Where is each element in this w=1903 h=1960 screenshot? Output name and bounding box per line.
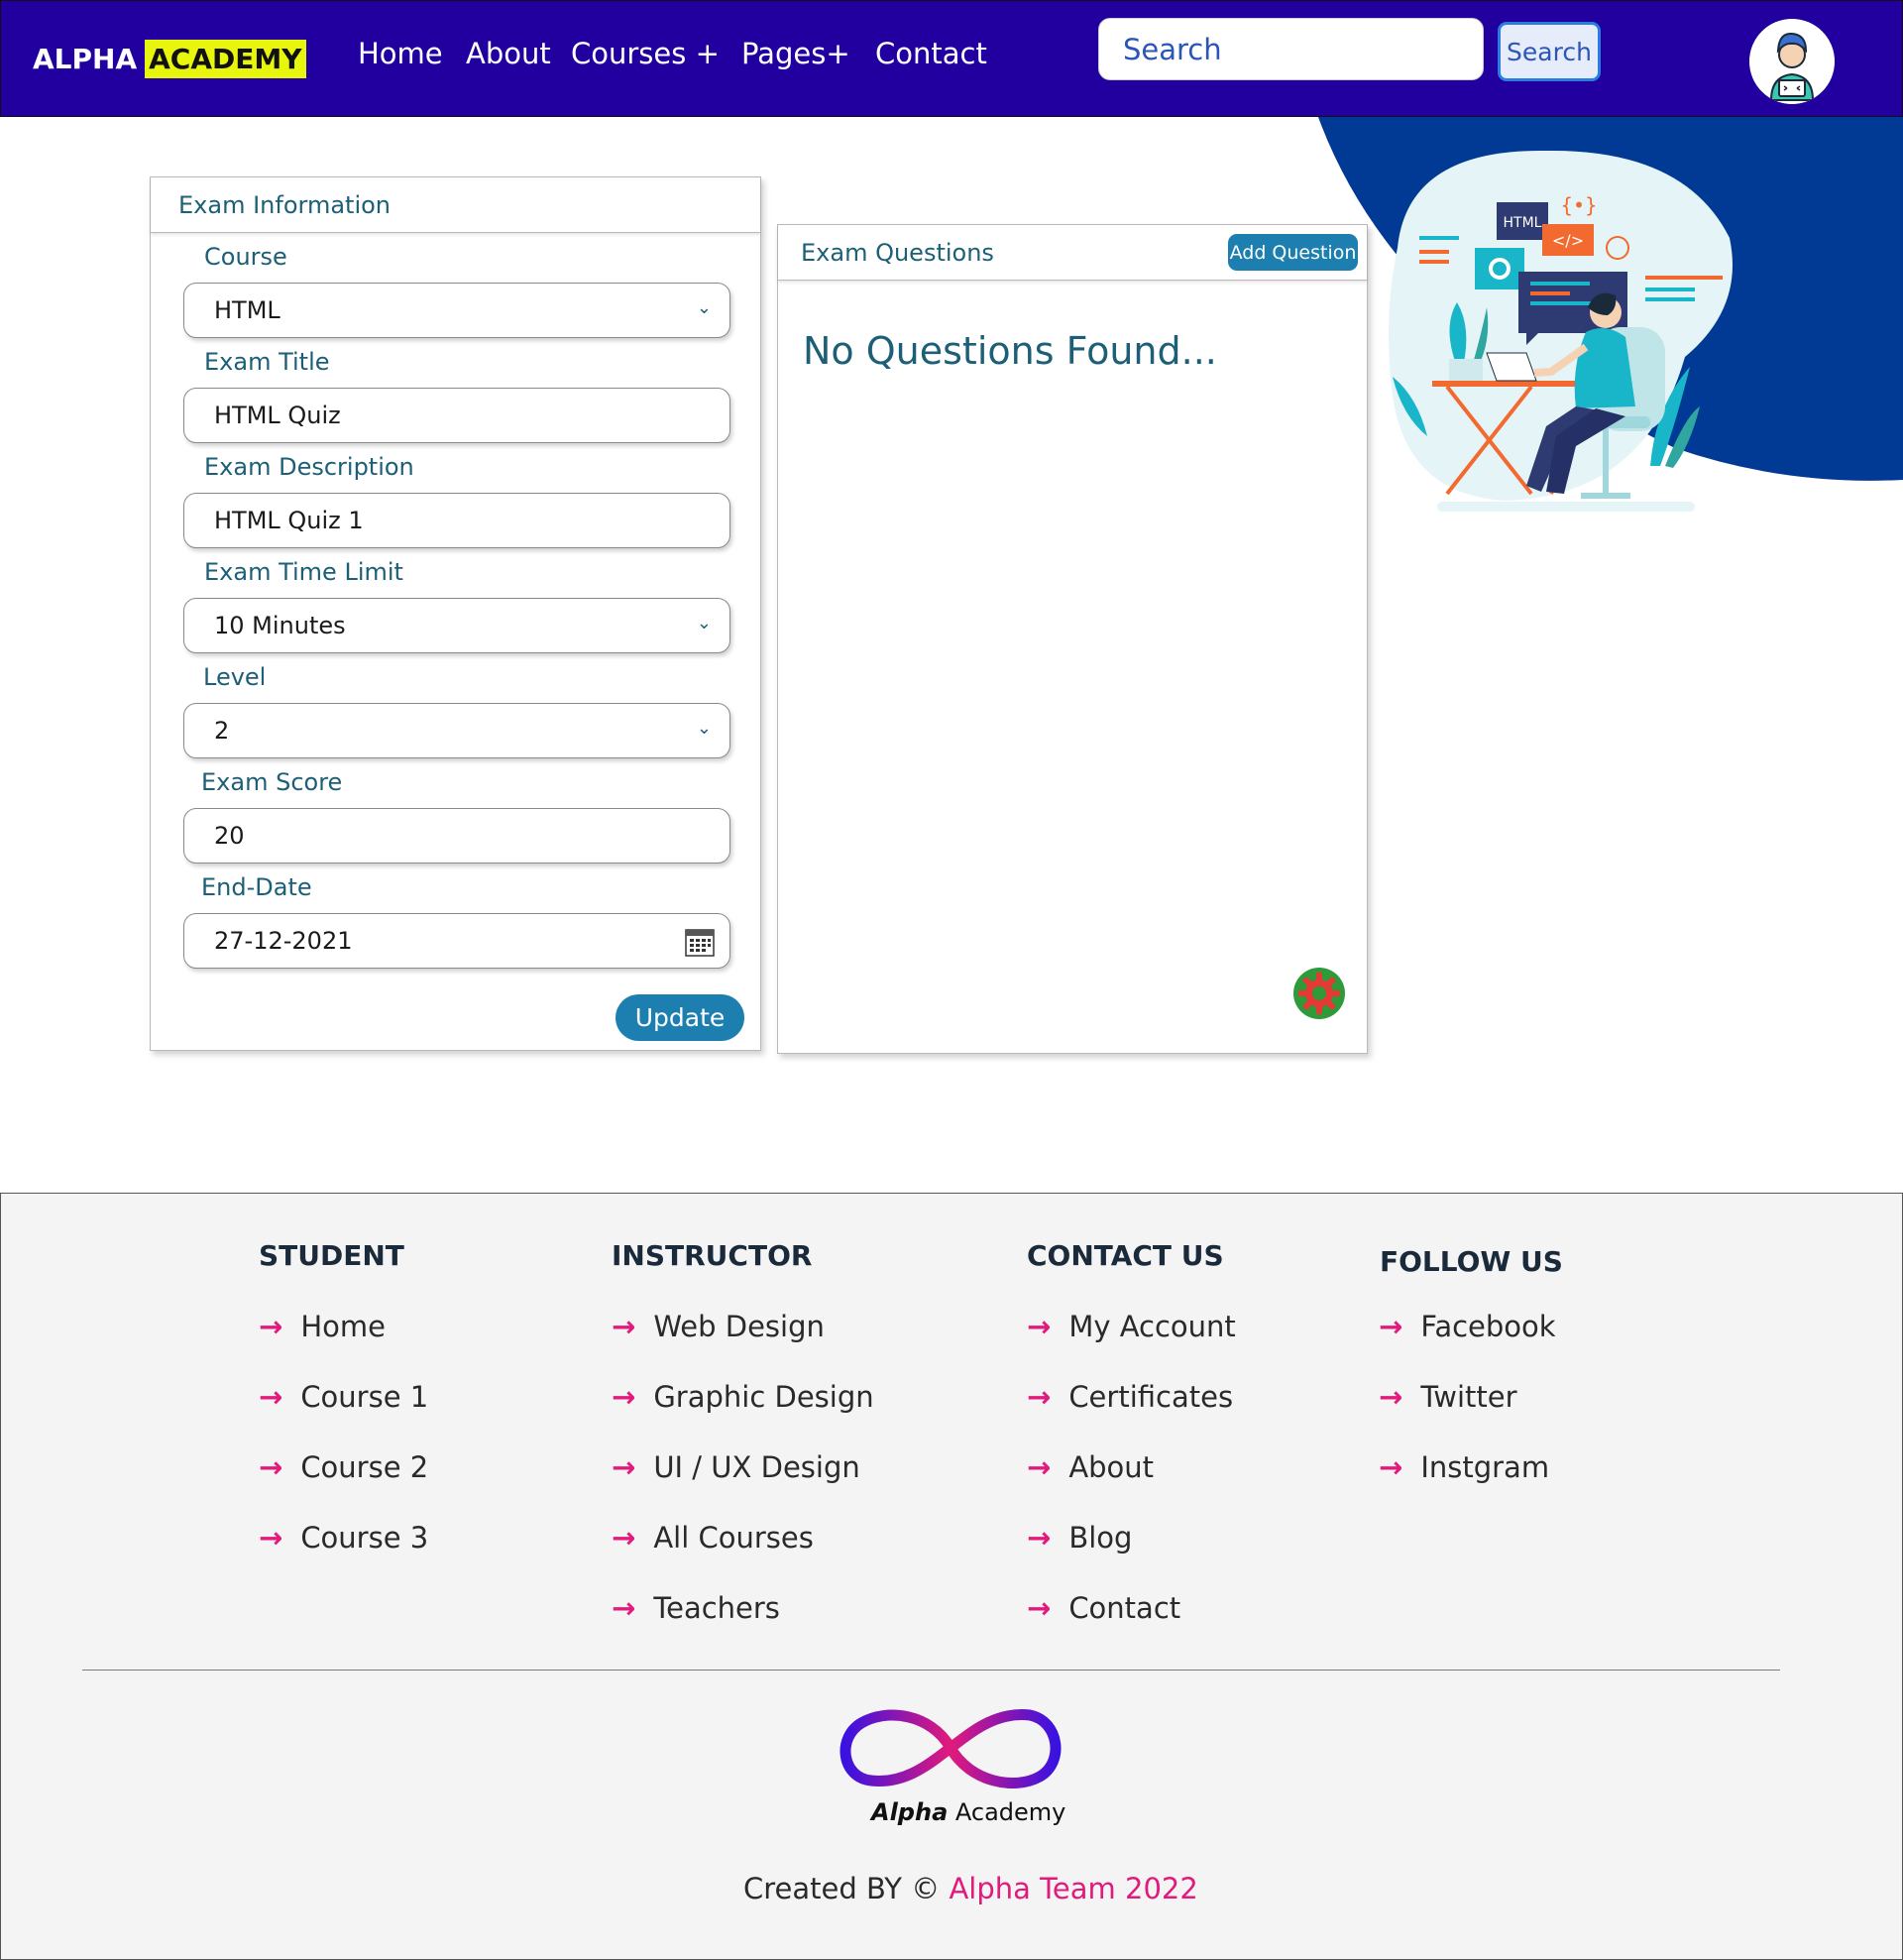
footer-title-follow: FOLLOW US: [1380, 1245, 1563, 1278]
svg-text:{•}: {•}: [1560, 193, 1597, 217]
nav-home[interactable]: Home: [358, 37, 443, 70]
arrow-right-icon: →: [612, 1450, 636, 1484]
arrow-right-icon: →: [1027, 1380, 1052, 1414]
footer-link-certificates[interactable]: → Certificates: [1027, 1380, 1233, 1414]
course-select[interactable]: HTML ⌄: [183, 283, 730, 338]
footer-title-student: STUDENT: [259, 1239, 404, 1272]
arrow-right-icon: →: [259, 1380, 283, 1414]
level-value: 2: [214, 717, 230, 745]
end-date-value: 27-12-2021: [214, 927, 353, 955]
footer-link-course-2[interactable]: → Course 2: [259, 1450, 428, 1484]
brand-alpha: ALPHA: [33, 42, 138, 75]
user-avatar-icon: [1749, 19, 1835, 104]
copyright-team-link[interactable]: Alpha Team 2022: [949, 1872, 1197, 1905]
nav-contact[interactable]: Contact: [875, 37, 987, 70]
svg-text:</>: </>: [1552, 231, 1584, 250]
footer-link-about[interactable]: → About: [1027, 1450, 1154, 1484]
copyright-text: Created BY © Alpha Team 2022: [743, 1872, 1198, 1905]
footer-title-contact: CONTACT US: [1027, 1239, 1224, 1272]
exam-score-value: 20: [214, 822, 245, 850]
footer-link-web-design[interactable]: → Web Design: [612, 1310, 825, 1343]
arrow-right-icon: →: [259, 1310, 283, 1343]
level-select[interactable]: 2 ⌄: [183, 703, 730, 758]
update-button[interactable]: Update: [616, 994, 744, 1041]
exam-description-label: Exam Description: [204, 453, 414, 481]
arrow-right-icon: →: [1027, 1310, 1052, 1343]
exam-time-limit-select[interactable]: 10 Minutes ⌄: [183, 598, 730, 653]
footer-link-course-3[interactable]: → Course 3: [259, 1521, 428, 1555]
nav-about[interactable]: About: [466, 37, 551, 70]
footer-link-all-courses[interactable]: → All Courses: [612, 1521, 814, 1555]
exam-questions-card: Exam Questions Add Question No Questions…: [777, 224, 1368, 1054]
search-input[interactable]: [1098, 18, 1484, 80]
chevron-down-icon: ⌄: [696, 718, 712, 739]
arrow-right-icon: →: [1027, 1521, 1052, 1555]
footer-link-contact[interactable]: → Contact: [1027, 1591, 1180, 1625]
exam-description-input[interactable]: HTML Quiz 1: [183, 493, 730, 548]
arrow-right-icon: →: [612, 1380, 636, 1414]
avatar[interactable]: [1749, 19, 1835, 104]
nav-pages[interactable]: Pages+: [741, 37, 850, 70]
course-label: Course: [204, 243, 287, 271]
logo-text: Alpha Academy: [871, 1798, 1066, 1826]
empty-questions-message: No Questions Found...: [803, 329, 1217, 373]
chevron-down-icon: ⌄: [696, 297, 712, 318]
calendar-icon[interactable]: [684, 926, 716, 958]
arrow-right-icon: →: [1027, 1450, 1052, 1484]
brand-logo[interactable]: ALPHA ACADEMY: [33, 35, 306, 82]
end-date-input[interactable]: 27-12-2021: [183, 913, 730, 969]
footer: STUDENT → Home → Course 1 → Course 2 → Cours…: [0, 1193, 1903, 1960]
footer-link-home[interactable]: → Home: [259, 1310, 386, 1343]
arrow-right-icon: →: [259, 1450, 283, 1484]
arrow-right-icon: →: [259, 1521, 283, 1555]
arrow-right-icon: →: [1379, 1310, 1403, 1343]
footer-link-teachers[interactable]: → Teachers: [612, 1591, 780, 1625]
exam-information-title: Exam Information: [151, 177, 760, 233]
chevron-down-icon: ⌄: [696, 613, 712, 634]
search-button[interactable]: Search: [1498, 22, 1601, 81]
footer-link-facebook[interactable]: → Facebook: [1379, 1310, 1556, 1343]
exam-time-limit-label: Exam Time Limit: [204, 558, 403, 586]
exam-time-limit-value: 10 Minutes: [214, 612, 346, 639]
svg-text:HTML: HTML: [1504, 215, 1542, 231]
alpha-academy-infinity-logo[interactable]: [832, 1693, 1069, 1802]
course-value: HTML: [214, 296, 280, 324]
arrow-right-icon: →: [612, 1591, 636, 1625]
exam-title-input[interactable]: HTML Quiz: [183, 388, 730, 443]
exam-title-label: Exam Title: [204, 348, 330, 376]
arrow-right-icon: →: [1027, 1591, 1052, 1625]
footer-link-graphic-design[interactable]: → Graphic Design: [612, 1380, 874, 1414]
footer-link-my-account[interactable]: → My Account: [1027, 1310, 1236, 1343]
navbar: ALPHA ACADEMY Home About Courses + Pages…: [0, 0, 1903, 117]
footer-link-twitter[interactable]: → Twitter: [1379, 1380, 1517, 1414]
end-date-label: End-Date: [201, 873, 312, 901]
exam-title-value: HTML Quiz: [214, 402, 341, 429]
settings-gear-icon[interactable]: [1292, 967, 1346, 1020]
exam-description-value: HTML Quiz 1: [214, 507, 364, 534]
arrow-right-icon: →: [1379, 1450, 1403, 1484]
add-question-button[interactable]: Add Question: [1228, 234, 1358, 271]
arrow-right-icon: →: [612, 1310, 636, 1343]
arrow-right-icon: →: [1379, 1380, 1403, 1414]
brand-academy: ACADEMY: [145, 39, 306, 78]
footer-title-instructor: INSTRUCTOR: [612, 1239, 813, 1272]
nav-courses[interactable]: Courses +: [571, 37, 720, 70]
exam-score-label: Exam Score: [201, 768, 343, 796]
footer-link-instagram[interactable]: → Instgram: [1379, 1450, 1549, 1484]
exam-information-card: Exam Information Course HTML ⌄ Exam Titl…: [150, 176, 761, 1051]
footer-link-blog[interactable]: → Blog: [1027, 1521, 1132, 1555]
exam-score-input[interactable]: 20: [183, 808, 730, 864]
level-label: Level: [203, 663, 267, 691]
footer-divider: [82, 1670, 1780, 1671]
footer-link-course-1[interactable]: → Course 1: [259, 1380, 428, 1414]
arrow-right-icon: →: [612, 1521, 636, 1555]
footer-link-ui-ux-design[interactable]: → UI / UX Design: [612, 1450, 860, 1484]
